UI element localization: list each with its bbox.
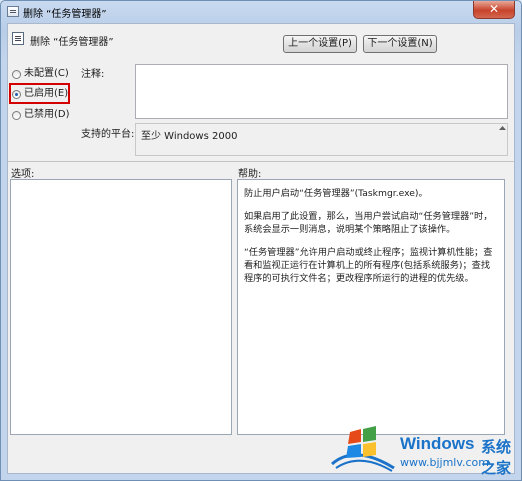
previous-setting-button[interactable]: 上一个设置(P): [283, 35, 357, 53]
next-setting-button[interactable]: 下一个设置(N): [363, 35, 437, 53]
watermark-url: www.bjjmlv.com: [400, 456, 489, 469]
windows-logo-icon: [331, 426, 395, 472]
help-label: 帮助:: [238, 169, 262, 180]
setting-icon: [12, 32, 24, 45]
help-paragraph: 防止用户启动“任务管理器”(Taskmgr.exe)。: [244, 188, 428, 199]
supported-platform-field: 至少 Windows 2000: [135, 123, 508, 156]
watermark-brand: Windows: [400, 434, 475, 453]
radio-not-configured-label: 未配置(C): [24, 68, 69, 79]
comment-textarea[interactable]: [135, 64, 508, 119]
radio-disabled[interactable]: 已禁用(D): [12, 108, 70, 122]
help-pane[interactable]: 防止用户启动“任务管理器”(Taskmgr.exe)。 如果启用了此设置，那么，…: [237, 179, 505, 435]
options-label: 选项:: [11, 169, 35, 180]
enabled-highlight-box: [9, 83, 70, 104]
help-paragraph: 如果启用了此设置，那么，当用户尝试启动“任务管理器”时，系统会显示一则消息，说明…: [244, 211, 493, 235]
help-paragraph: “任务管理器”允许用户启动或终止程序；监视计算机性能；查看和监视正运行在计算机上…: [244, 247, 493, 284]
window-title: 删除 “任务管理器”: [23, 9, 107, 20]
comment-label: 注释:: [81, 69, 105, 80]
divider: [8, 161, 514, 162]
scroll-up-icon[interactable]: [499, 125, 506, 131]
supported-platform-value: 至少 Windows 2000: [141, 131, 238, 142]
radio-not-configured-circle[interactable]: [12, 69, 21, 79]
setting-title: 删除 “任务管理器”: [30, 37, 114, 48]
radio-not-configured[interactable]: 未配置(C): [12, 67, 69, 81]
radio-disabled-label: 已禁用(D): [24, 109, 70, 120]
dialog-body: 删除 “任务管理器” 上一个设置(P) 下一个设置(N) 未配置(C) 已启用(…: [7, 23, 515, 474]
radio-disabled-circle[interactable]: [12, 110, 21, 120]
options-pane: [10, 179, 232, 435]
policy-dialog-window: 删除 “任务管理器” ✕ 删除 “任务管理器” 上一个设置(P) 下一个设置(N…: [0, 0, 522, 481]
site-watermark: Windows 系统之家 www.bjjmlv.com: [330, 420, 522, 477]
policy-icon: [7, 6, 19, 17]
title-bar[interactable]: 删除 “任务管理器” ✕: [1, 1, 521, 23]
close-button[interactable]: ✕: [473, 1, 515, 19]
supported-platform-label: 支持的平台:: [81, 129, 135, 140]
